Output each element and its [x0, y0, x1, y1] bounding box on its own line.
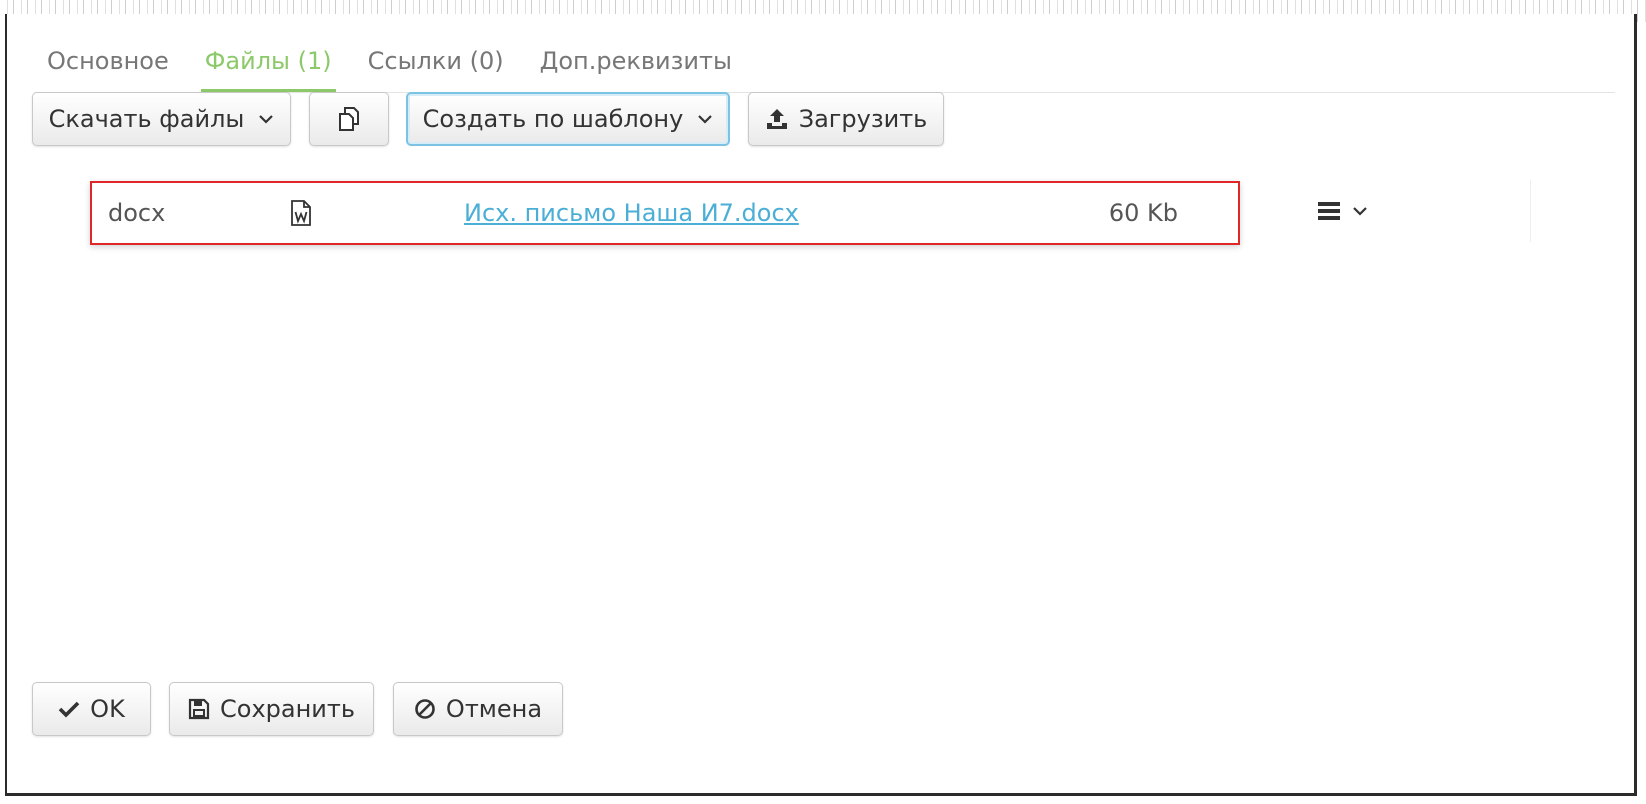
column-divider: [1530, 180, 1531, 242]
save-label: Сохранить: [220, 695, 355, 723]
download-files-label: Скачать файлы: [48, 105, 245, 133]
checkmark-icon: [58, 701, 80, 718]
save-button[interactable]: Сохранить: [169, 682, 374, 736]
chevron-down-icon: [698, 115, 713, 124]
floppy-disk-icon: [188, 698, 210, 720]
ban-icon: [415, 699, 435, 719]
download-files-button[interactable]: Скачать файлы: [32, 92, 291, 146]
word-document-icon: [290, 200, 312, 228]
upload-icon: [766, 109, 787, 129]
tab-extra-attributes[interactable]: Доп.реквизиты: [536, 30, 736, 92]
file-size: 60 Kb: [1108, 199, 1178, 227]
ok-button[interactable]: OK: [32, 682, 151, 736]
file-name-link[interactable]: Исх. письмо Наша И7.docx: [464, 183, 799, 243]
hamburger-icon: [1318, 202, 1340, 220]
create-from-template-button[interactable]: Создать по шаблону: [406, 92, 730, 146]
ok-label: OK: [90, 695, 125, 723]
upload-button[interactable]: Загрузить: [748, 92, 944, 146]
chevron-down-icon: [259, 115, 274, 124]
copy-icon: [339, 107, 359, 131]
create-from-template-label: Создать по шаблону: [422, 105, 684, 133]
chevron-down-icon: [1353, 207, 1367, 216]
file-row: docx Исх. письмо Наша И7.docx 60 Kb: [90, 181, 1240, 245]
copy-button[interactable]: [309, 92, 389, 146]
file-extension: docx: [108, 199, 166, 227]
tab-files[interactable]: Файлы (1): [200, 30, 336, 92]
upload-label: Загрузить: [798, 105, 928, 133]
tab-links[interactable]: Ссылки (0): [364, 30, 508, 92]
cancel-button[interactable]: Отмена: [393, 682, 563, 736]
cancel-label: Отмена: [445, 695, 543, 723]
tab-main[interactable]: Основное: [43, 30, 173, 92]
tab-bar: Основное Файлы (1) Ссылки (0) Доп.реквиз…: [35, 30, 1615, 93]
file-actions-menu[interactable]: [1318, 196, 1368, 226]
